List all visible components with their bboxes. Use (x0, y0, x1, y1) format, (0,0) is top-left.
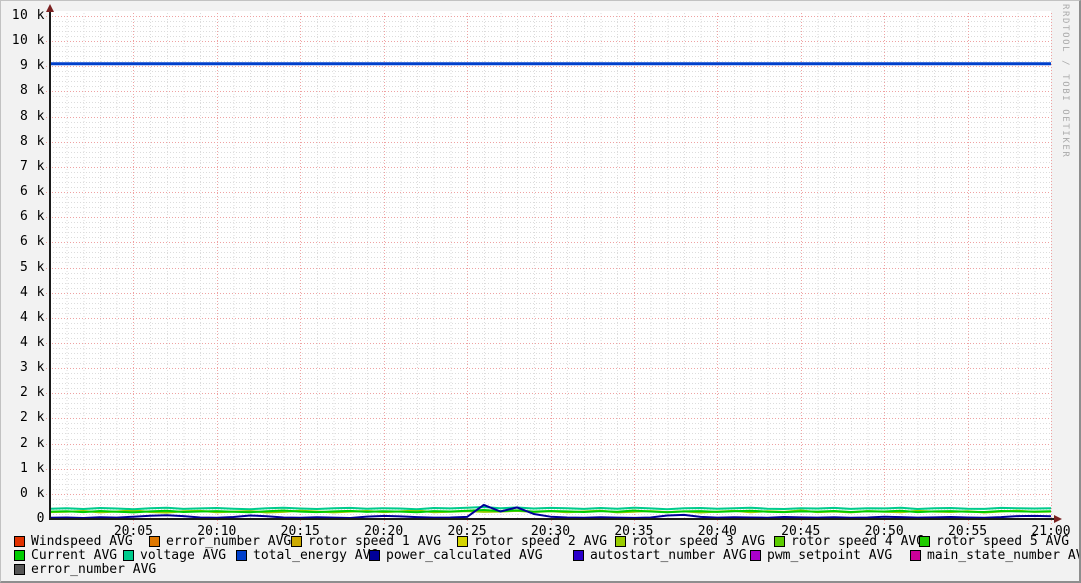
legend-label: autostart_number AVG (590, 548, 747, 563)
legend-swatch-power_calculated (369, 550, 380, 561)
legend-item-voltage: voltage AVG (123, 549, 226, 562)
y-tick-label: 6 k (20, 234, 45, 250)
y-tick-label: 3 k (20, 360, 45, 376)
legend-label: rotor speed 2 AVG (474, 534, 608, 549)
legend-label: Current AVG (31, 548, 118, 563)
legend-swatch-rotor_speed_4 (774, 536, 785, 547)
y-tick-label: 6 k (20, 209, 45, 225)
legend-swatch-error_number (149, 536, 160, 547)
rrdtool-watermark: RRDTOOL / TOBI OETIKER (1060, 4, 1070, 159)
legend-label: pwm_setpoint AVG (767, 548, 893, 563)
y-tick-label: 8 k (20, 133, 45, 149)
y-tick-label: 2 k (20, 385, 45, 401)
legend-item-current: Current AVG (14, 549, 117, 562)
legend-label: error_number AVG (166, 534, 292, 549)
y-tick-label: 4 k (20, 334, 45, 350)
legend-swatch-voltage (123, 550, 134, 561)
legend-item-rotor_speed_3: rotor speed 3 AVG (615, 535, 765, 548)
y-tick-label: 4 k (20, 309, 45, 325)
y-tick-label: 6 k (20, 184, 45, 200)
y-tick-label: 8 k (20, 83, 45, 99)
legend-label: total_energy AVG (253, 548, 379, 563)
legend-label: Windspeed AVG (31, 534, 133, 549)
legend-item-autostart_number: autostart_number AVG (573, 549, 747, 562)
y-tick-label: 0 k (20, 485, 45, 501)
legend-label: error_number AVG (31, 562, 157, 577)
y-tick-label: 10 k (11, 33, 45, 49)
y-tick-label: 4 k (20, 284, 45, 300)
legend-swatch-rotor_speed_1 (291, 536, 302, 547)
legend-swatch-windspeed (14, 536, 25, 547)
rrdtool-graph: 10 k 10 k 9 k 8 k 8 k 8 k 7 k 6 k 6 k 6 k 5 k 4 k 4 … (0, 0, 1081, 583)
legend-item-rotor_speed_1: rotor speed 1 AVG (291, 535, 441, 548)
legend-label: voltage AVG (140, 548, 227, 563)
y-tick-label: 5 k (20, 259, 45, 275)
legend-item-pwm_setpoint: pwm_setpoint AVG (750, 549, 892, 562)
legend-swatch-autostart_number (573, 550, 584, 561)
legend-label: rotor speed 5 AVG (936, 534, 1070, 549)
legend-item-main_state_number: main_state_number AVG (910, 548, 1081, 563)
y-tick-label: 7 k (20, 158, 45, 174)
legend-swatch-rotor_speed_5 (919, 536, 930, 547)
y-axis-arrow (46, 4, 54, 12)
legend-label: power_calculated AVG (386, 548, 543, 563)
y-tick-label: 0 (36, 511, 45, 526)
legend-item-total_energy: total_energy AVG (236, 549, 378, 562)
legend-swatch-current (14, 550, 25, 561)
y-tick-label: 2 k (20, 410, 45, 426)
legend-item-rotor_speed_4: rotor speed 4 AVG (774, 535, 924, 548)
x-axis-arrow (1054, 515, 1062, 523)
y-tick-label: 2 k (20, 435, 45, 451)
chart-plot-area (46, 4, 1062, 524)
legend-label: rotor speed 3 AVG (632, 534, 766, 549)
y-tick-label: 10 k (11, 8, 45, 23)
legend-label: main_state_number AVG (927, 548, 1081, 563)
legend-item-windspeed: Windspeed AVG (14, 535, 133, 548)
legend-swatch-pwm_setpoint (750, 550, 761, 561)
legend-item-power_calculated: power_calculated AVG (369, 549, 543, 562)
legend-swatch-error_number_2 (14, 564, 25, 575)
legend-label: rotor speed 4 AVG (791, 534, 925, 549)
legend-item-rotor_speed_2: rotor speed 2 AVG (457, 535, 607, 548)
y-tick-label: 1 k (20, 460, 45, 476)
legend-item-rotor_speed_5: rotor speed 5 AVG (919, 535, 1069, 548)
legend-item-error_number: error_number AVG (149, 535, 291, 548)
legend-swatch-rotor_speed_2 (457, 536, 468, 547)
legend-swatch-total_energy (236, 550, 247, 561)
legend-item-error_number_2: error_number AVG (14, 563, 156, 576)
legend-swatch-rotor_speed_3 (615, 536, 626, 547)
legend-swatch-main_state_number (910, 550, 921, 561)
y-tick-label: 8 k (20, 108, 45, 124)
y-tick-label: 9 k (20, 58, 45, 74)
legend-label: rotor speed 1 AVG (308, 534, 442, 549)
